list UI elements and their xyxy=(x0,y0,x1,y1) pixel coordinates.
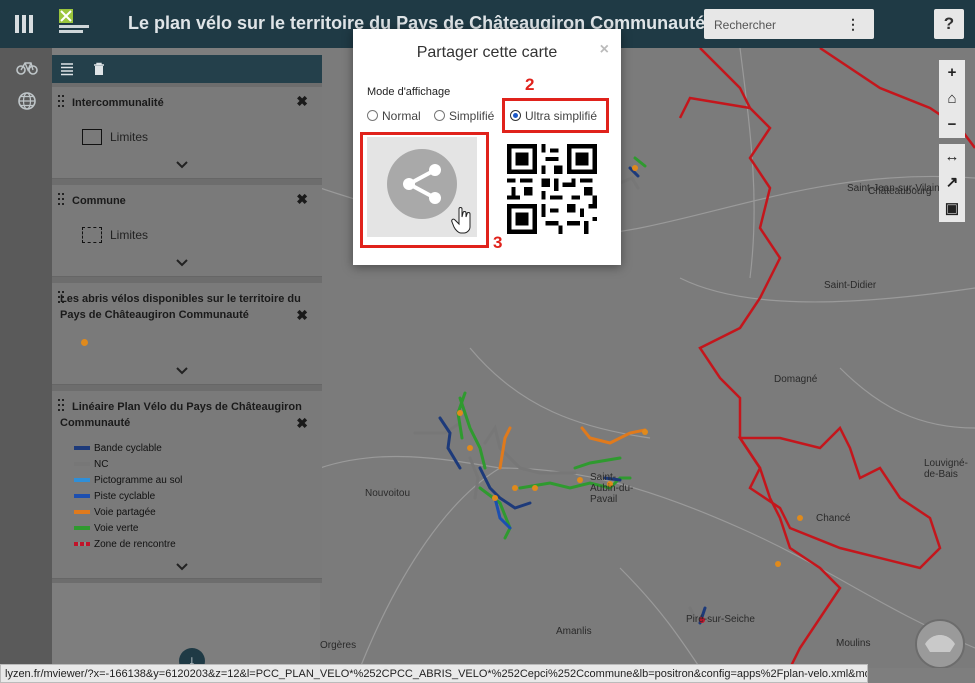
radio-circle xyxy=(434,110,445,121)
chevron-down-icon[interactable] xyxy=(176,367,188,375)
drag-handle-icon[interactable] xyxy=(58,95,66,107)
map-label-chance: Chancé xyxy=(816,513,851,524)
map-tools: ↔ ↗ ▣ xyxy=(939,144,965,222)
map-label-amanlis: Amanlis xyxy=(556,626,592,637)
trash-icon[interactable] xyxy=(92,62,106,76)
close-modal-button[interactable]: × xyxy=(600,41,609,59)
annotation-number-3: 3 xyxy=(493,233,503,252)
layer-title-line1: Les abris vélos disponibles sur le terri… xyxy=(60,293,301,305)
layer-commune: Commune ✖ Limites xyxy=(52,185,322,277)
layer-title-line1: Linéaire Plan Vélo du Pays de Châteaugir… xyxy=(72,401,302,413)
help-button[interactable]: ? xyxy=(934,9,964,39)
layers-panel: Intercommunalité ✖ Limites Commune ✖ Lim… xyxy=(52,55,322,583)
layer-title-line2: Communauté xyxy=(60,417,131,429)
layer-title: Commune xyxy=(72,195,126,207)
modal-title: Partager cette carte xyxy=(416,44,558,61)
zoom-controls: + ⌂ − xyxy=(939,60,965,138)
map-label-nouvoitou: Nouvoitou xyxy=(365,488,411,499)
left-toolbar xyxy=(0,48,52,668)
chevron-down-icon[interactable] xyxy=(176,563,188,571)
qr-code xyxy=(507,144,597,234)
map-label-domagne: Domagné xyxy=(774,374,818,385)
legend-pictogramme: Pictogramme au sol xyxy=(74,475,182,486)
search-options-icon[interactable]: ⋮ xyxy=(846,16,860,33)
remove-layer-button[interactable]: ✖ xyxy=(296,191,308,208)
layer-title: Intercommunalité xyxy=(72,97,164,109)
status-url-bar: lyzen.fr/mviewer/?x=-166138&y=6120203&z=… xyxy=(0,664,868,683)
map-label-pire-sur-seiche: Piré-sur-Seiche xyxy=(686,614,755,625)
legend-dot xyxy=(81,339,88,346)
menu-toggle-button[interactable] xyxy=(10,12,38,36)
measure-button[interactable]: ↔ xyxy=(939,144,965,170)
legend-voie-partagee: Voie partagée xyxy=(74,507,156,518)
display-mode-label: Mode d'affichage xyxy=(367,86,451,98)
zoom-out-button[interactable]: − xyxy=(939,112,965,138)
map-label-saint-didier: Saint-Didier xyxy=(824,280,877,291)
legend-zone-de-rencontre: Zone de rencontre xyxy=(74,539,176,550)
remove-layer-button[interactable]: ✖ xyxy=(296,93,308,110)
legend-label: Limites xyxy=(110,228,149,242)
drag-handle-icon[interactable] xyxy=(58,193,66,205)
legend-nc: NC xyxy=(74,459,108,470)
radio-normal[interactable]: Normal xyxy=(367,109,421,123)
globe-icon[interactable] xyxy=(16,90,38,112)
share-map-button[interactable]: ↗ xyxy=(939,170,965,196)
chevron-down-icon[interactable] xyxy=(176,161,188,169)
legend-dashed-box xyxy=(82,227,102,243)
legend-piste-cyclable: Piste cyclable xyxy=(74,491,155,502)
bike-icon[interactable] xyxy=(16,56,38,78)
list-icon[interactable] xyxy=(60,62,74,76)
remove-layer-button[interactable]: ✖ xyxy=(296,415,308,432)
layer-abris-velos: Les abris vélos disponibles sur le terri… xyxy=(52,283,322,385)
zoom-in-button[interactable]: + xyxy=(939,60,965,86)
search-input[interactable]: Rechercher ⋮ xyxy=(704,9,874,39)
radio-simplifie[interactable]: Simplifié xyxy=(434,109,494,123)
highlight-share-button xyxy=(360,132,489,248)
search-placeholder: Rechercher xyxy=(714,18,777,32)
drag-handle-icon[interactable] xyxy=(58,399,66,411)
legend-bande-cyclable: Bande cyclable xyxy=(74,443,162,454)
chevron-down-icon[interactable] xyxy=(176,259,188,267)
annotation-number-2: 2 xyxy=(525,75,535,94)
radio-circle xyxy=(367,110,378,121)
map-label-louvigne-de-bais: Louvigné-de-Bais xyxy=(924,458,968,480)
map-label-moulins: Moulins xyxy=(836,638,871,649)
highlight-ultra-simplifie xyxy=(502,98,609,133)
legend-voie-verte: Voie verte xyxy=(74,523,138,534)
layer-title-line2: Pays de Châteaugiron Communauté xyxy=(60,309,249,321)
export-image-button[interactable]: ▣ xyxy=(939,196,965,222)
map-label-orgeres: Orgères xyxy=(320,640,357,651)
app-logo xyxy=(59,9,89,33)
layer-intercommunalite: Intercommunalité ✖ Limites xyxy=(52,87,322,179)
home-button[interactable]: ⌂ xyxy=(939,86,965,112)
legend-label: Limites xyxy=(110,130,149,144)
map-label-saint-aubin: Saint-Aubin-du-Pavail xyxy=(590,472,634,505)
layer-lineaire-plan-velo: Linéaire Plan Vélo du Pays de Châteaugir… xyxy=(52,391,322,579)
legend-solid-box xyxy=(82,129,102,145)
layers-panel-header xyxy=(52,55,322,83)
remove-layer-button[interactable]: ✖ xyxy=(296,307,308,324)
